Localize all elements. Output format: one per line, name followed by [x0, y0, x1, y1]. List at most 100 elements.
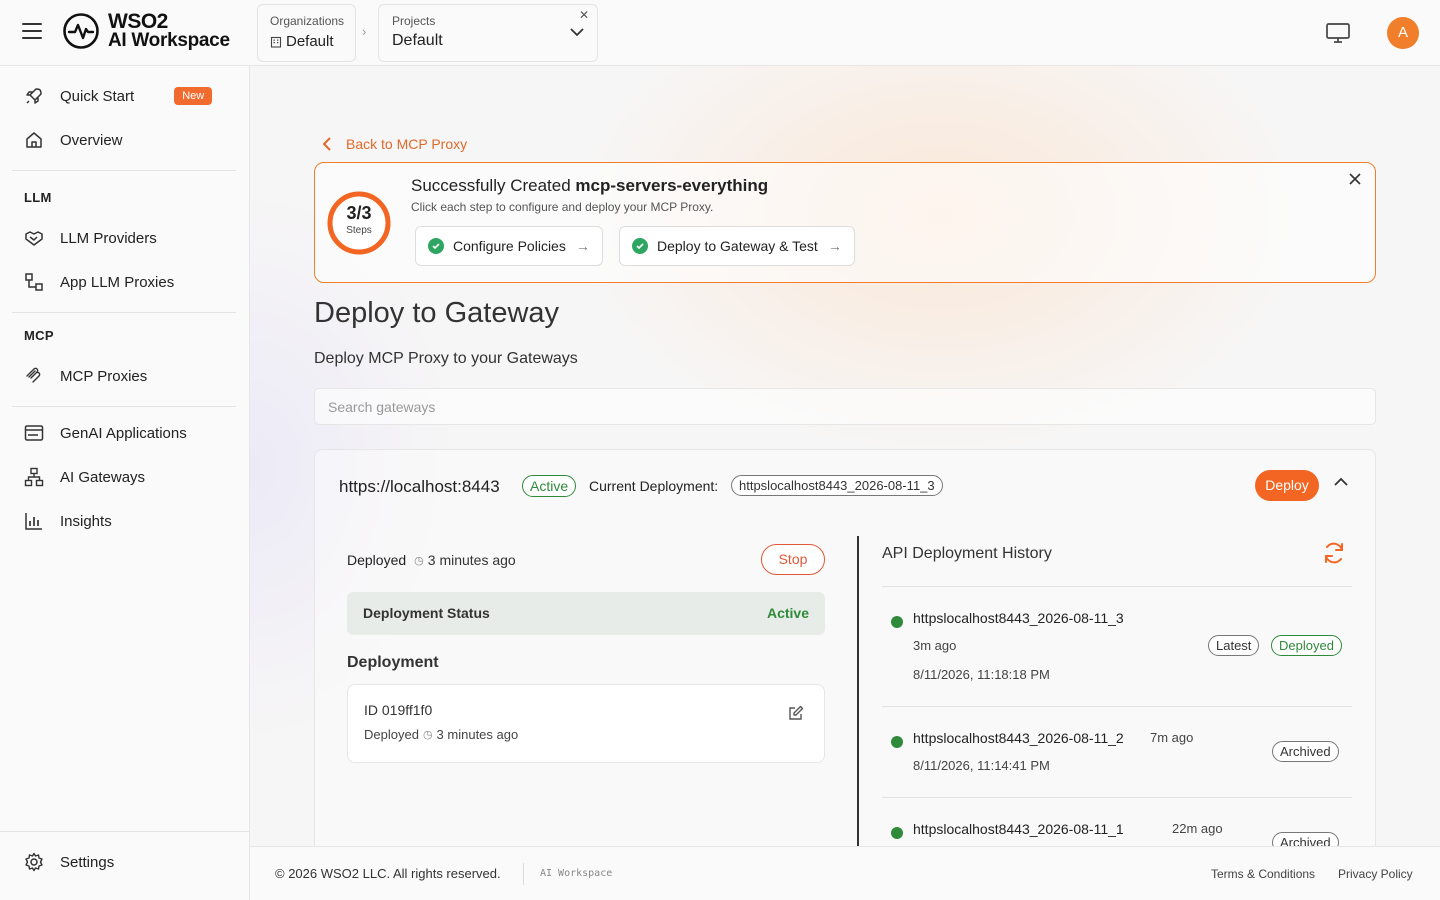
- check-circle-icon: [632, 238, 648, 254]
- monitor-icon[interactable]: [1325, 20, 1351, 46]
- history-item-name: httpslocalhost8443_2026-08-11_2: [913, 730, 1124, 746]
- sidebar-item-ai-gateways[interactable]: AI Gateways: [12, 457, 236, 497]
- check-circle-icon: [428, 238, 444, 254]
- sidebar-item-label: Quick Start: [60, 87, 135, 105]
- deployment-status-row: Deployment Status Active: [347, 592, 825, 635]
- deploy-button[interactable]: Deploy: [1255, 470, 1319, 501]
- stop-button[interactable]: Stop: [761, 544, 825, 575]
- history-item[interactable]: httpslocalhost8443_2026-08-11_3 3m ago L…: [882, 600, 1352, 700]
- history-item-name: httpslocalhost8443_2026-08-11_3: [913, 610, 1124, 626]
- deployment-id: ID 019ff1f0: [364, 702, 433, 718]
- privacy-link[interactable]: Privacy Policy: [1338, 867, 1413, 881]
- logo[interactable]: WSO2 AI Workspace: [62, 10, 230, 51]
- deployment-status-label: Deployment Status: [363, 605, 490, 621]
- edit-icon[interactable]: [788, 705, 804, 721]
- sidebar-item-mcp-proxies[interactable]: MCP Proxies: [12, 356, 236, 396]
- breadcrumb-separator-icon: ›: [362, 24, 367, 39]
- step-deploy-to-gateway-button[interactable]: Deploy to Gateway & Test →: [619, 226, 855, 266]
- sidebar-item-quick-start[interactable]: Quick Start New: [12, 76, 236, 116]
- terms-link[interactable]: Terms & Conditions: [1211, 867, 1315, 881]
- divider: [12, 406, 236, 407]
- rocket-icon: [24, 86, 44, 106]
- step-configure-policies-button[interactable]: Configure Policies →: [415, 226, 603, 266]
- step-label: Configure Policies: [453, 238, 566, 254]
- search-gateways-input[interactable]: [314, 388, 1376, 425]
- divider: [882, 586, 1352, 587]
- history-item[interactable]: httpslocalhost8443_2026-08-11_1 22m ago …: [882, 811, 1352, 846]
- history-item-datetime: 8/11/2026, 11:18:18 PM: [913, 667, 1050, 682]
- steps-count: 3/3: [346, 203, 372, 223]
- proxy-icon: [24, 272, 44, 292]
- wso2-logo-icon: [63, 13, 99, 49]
- page-subtitle: Deploy MCP Proxy to your Gateways: [314, 350, 578, 367]
- divider: [882, 797, 1352, 798]
- section-mcp: MCP: [24, 328, 54, 343]
- logo-product: AI Workspace: [108, 30, 230, 51]
- deployed-label: Deployed: [347, 552, 407, 568]
- step-label: Deploy to Gateway & Test: [657, 238, 818, 254]
- sidebar-item-llm-providers[interactable]: LLM Providers: [12, 218, 236, 258]
- back-label: Back to MCP Proxy: [346, 136, 468, 152]
- deployed-summary: Deployed ◷ 3 minutes ago: [347, 552, 516, 568]
- deployment-meta-label: Deployed: [364, 727, 419, 742]
- building-icon: [270, 36, 282, 48]
- deployment-heading: Deployment: [347, 654, 439, 671]
- clock-icon: ◷: [422, 729, 433, 741]
- menu-icon[interactable]: [22, 23, 42, 43]
- clear-project-icon[interactable]: ✕: [579, 8, 589, 22]
- mcp-icon: [24, 366, 44, 386]
- deployment-meta-ago: 3 minutes ago: [436, 727, 519, 742]
- history-item-ago: 7m ago: [1150, 730, 1194, 745]
- arrow-right-icon: →: [827, 238, 842, 254]
- gear-icon: [24, 852, 44, 872]
- gateway-card: https://localhost:8443 Active Current De…: [314, 449, 1376, 846]
- sidebar-item-insights[interactable]: Insights: [12, 501, 236, 541]
- handshake-icon: [24, 228, 44, 248]
- logo-brand: WSO2: [108, 10, 168, 33]
- current-deployment-label: Current Deployment:: [589, 478, 719, 494]
- chevron-up-icon[interactable]: [1333, 476, 1349, 488]
- sidebar-item-app-llm-proxies[interactable]: App LLM Proxies: [12, 262, 236, 302]
- project-caption: Projects: [392, 14, 436, 28]
- sidebar-item-label: App LLM Proxies: [60, 273, 175, 291]
- project-selector[interactable]: Projects Default ✕: [378, 4, 598, 62]
- history-item[interactable]: httpslocalhost8443_2026-08-11_2 7m ago A…: [882, 720, 1352, 800]
- sidebar-item-label: Insights: [60, 512, 112, 530]
- proxy-name: mcp-servers-everything: [575, 176, 769, 195]
- archived-badge: Archived: [1272, 832, 1339, 846]
- latest-badge: Latest: [1208, 635, 1260, 656]
- stepper-title: Successfully Created mcp-servers-everyth…: [411, 176, 768, 196]
- avatar[interactable]: A: [1387, 17, 1419, 49]
- current-deployment-chip: httpslocalhost8443_2026-08-11_3: [731, 475, 943, 496]
- archived-badge: Archived: [1272, 741, 1339, 762]
- footer: © 2026 WSO2 LLC. All rights reserved. AI…: [250, 846, 1440, 900]
- sidebar-item-label: GenAI Applications: [60, 424, 187, 442]
- deployed-ago: 3 minutes ago: [427, 552, 516, 568]
- vertical-divider: [857, 536, 859, 846]
- status-dot-icon: [891, 736, 903, 748]
- arrow-right-icon: →: [575, 238, 590, 254]
- history-item-ago: 3m ago: [913, 638, 957, 653]
- sidebar-item-label: AI Gateways: [60, 468, 146, 486]
- divider: [0, 831, 249, 832]
- clock-icon: ◷: [414, 554, 424, 567]
- back-to-mcp-proxy-link[interactable]: Back to MCP Proxy: [322, 136, 467, 152]
- gateway-url: https://localhost:8443: [339, 477, 500, 496]
- footer-product: AI Workspace: [540, 868, 613, 879]
- divider: [523, 863, 524, 885]
- sidebar-item-genai-applications[interactable]: GenAI Applications: [12, 413, 236, 453]
- refresh-icon[interactable]: [1322, 541, 1346, 565]
- status-dot-icon: [891, 616, 903, 628]
- organization-selector[interactable]: Organizations Default: [257, 4, 356, 62]
- gateway-status-badge: Active: [522, 475, 577, 497]
- sidebar-item-overview[interactable]: Overview: [12, 120, 236, 160]
- close-icon[interactable]: [1349, 173, 1361, 185]
- stepper-title-prefix: Successfully Created: [411, 176, 571, 195]
- sidebar-item-settings[interactable]: Settings: [12, 842, 236, 882]
- org-value: Default: [286, 33, 334, 50]
- divider: [882, 706, 1352, 707]
- copyright: © 2026 WSO2 LLC. All rights reserved.: [275, 866, 501, 881]
- chevron-left-icon: [322, 137, 331, 151]
- chevron-down-icon[interactable]: [569, 27, 585, 37]
- creation-stepper-banner: 3/3 Steps Successfully Created mcp-serve…: [314, 162, 1376, 283]
